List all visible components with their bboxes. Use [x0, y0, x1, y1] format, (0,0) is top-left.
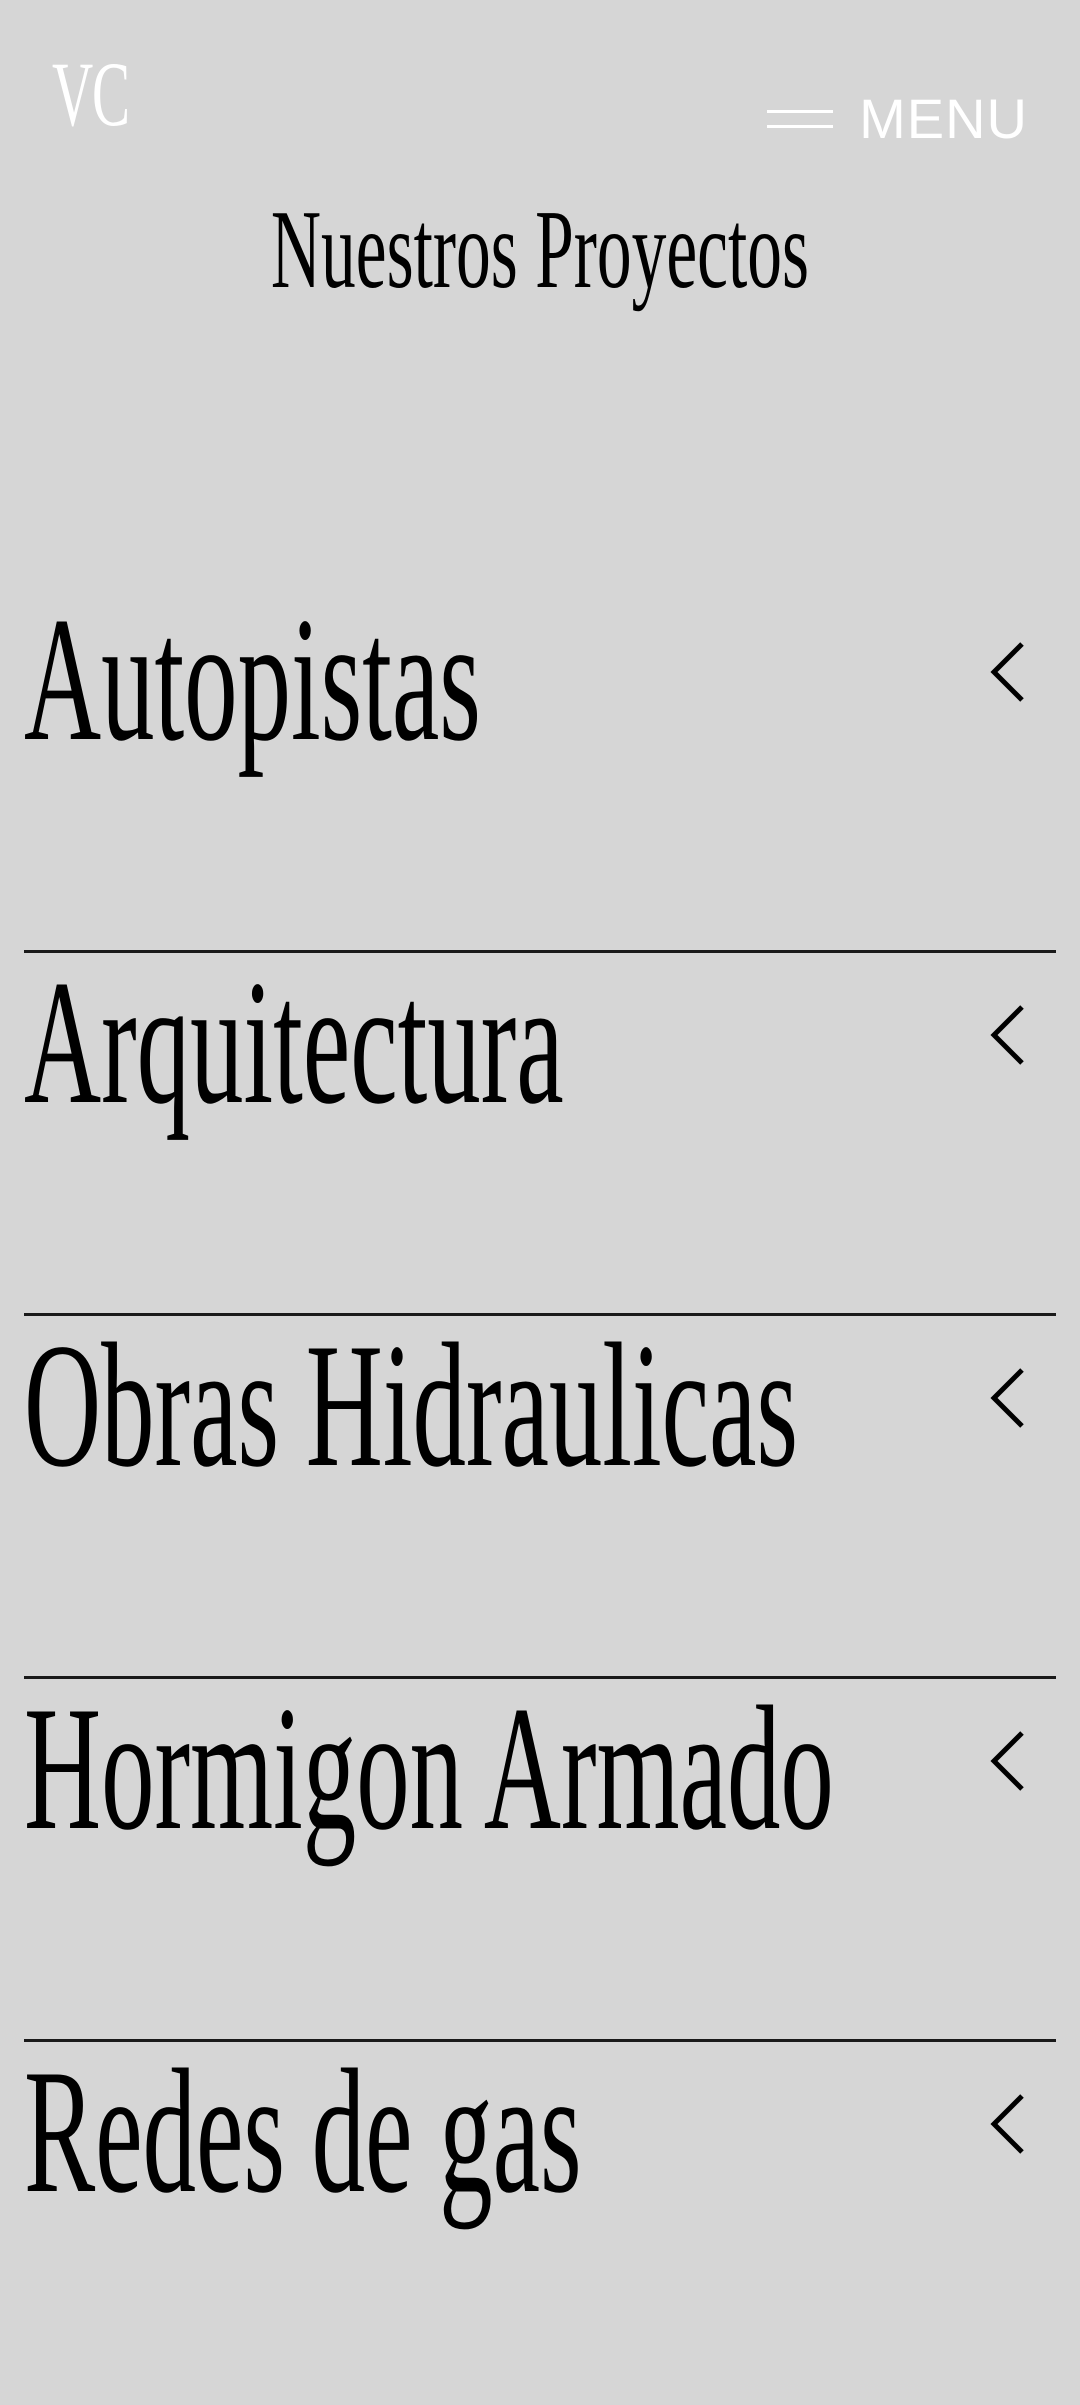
project-list: Autopistas Arquitectura Obras Hidraulica…: [24, 590, 1056, 2405]
menu-label[interactable]: MENU: [859, 91, 1028, 147]
project-item-arquitectura[interactable]: Arquitectura: [24, 953, 1056, 1316]
project-item-obras-hidraulicas[interactable]: Obras Hidraulicas: [24, 1316, 1056, 1679]
chevron-left-icon[interactable]: [988, 2092, 1028, 2156]
project-item-hormigon-armado[interactable]: Hormigon Armado: [24, 1679, 1056, 2042]
hamburger-icon[interactable]: [767, 105, 834, 133]
chevron-left-icon[interactable]: [988, 640, 1028, 704]
project-item-redes-de-gas[interactable]: Redes de gas: [24, 2042, 1056, 2405]
project-item-autopistas[interactable]: Autopistas: [24, 590, 1056, 953]
logo[interactable]: VC: [52, 48, 130, 140]
header: VC MENU: [0, 0, 1080, 170]
menu-button[interactable]: MENU: [767, 84, 1028, 154]
project-label[interactable]: Redes de gas: [24, 2042, 582, 2220]
project-label[interactable]: Obras Hidraulicas: [24, 1316, 798, 1494]
project-label[interactable]: Arquitectura: [24, 953, 564, 1131]
chevron-left-icon[interactable]: [988, 1729, 1028, 1793]
chevron-left-icon[interactable]: [988, 1003, 1028, 1067]
page-title: Nuestros Proyectos: [0, 188, 1080, 312]
project-label[interactable]: Autopistas: [24, 590, 481, 768]
chevron-left-icon[interactable]: [988, 1366, 1028, 1430]
project-label[interactable]: Hormigon Armado: [24, 1679, 834, 1857]
page-title-text: Nuestros Proyectos: [270, 188, 810, 312]
